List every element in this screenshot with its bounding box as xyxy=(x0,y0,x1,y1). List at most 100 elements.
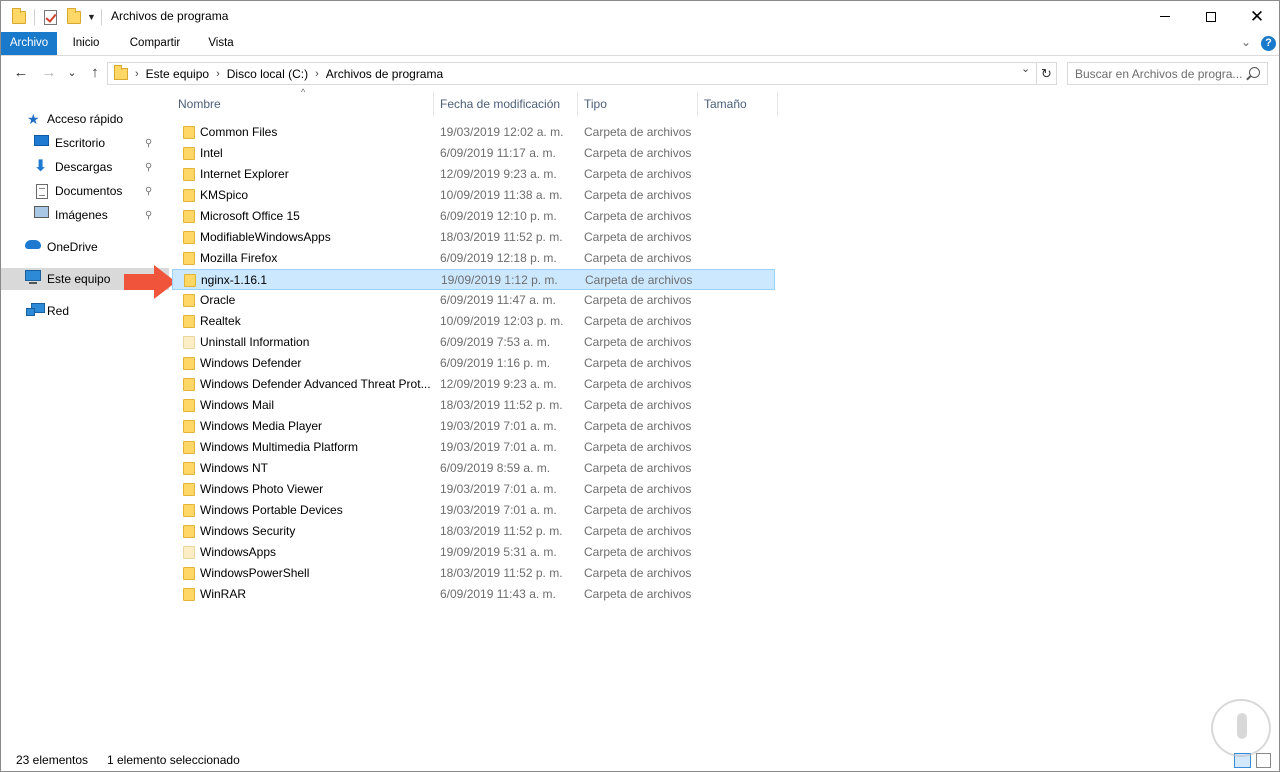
sidebar-item-acceso-rapido[interactable]: ★ Acceso rápido xyxy=(1,108,169,130)
expand-ribbon-icon[interactable]: ⌄ xyxy=(1241,35,1251,49)
chevron-right-icon[interactable]: › xyxy=(315,68,319,80)
network-icon xyxy=(26,303,45,316)
file-row[interactable]: Windows Media Player 19/03/2019 7:01 a. m… xyxy=(172,416,775,437)
sidebar-item-onedrive[interactable]: OneDrive xyxy=(1,236,169,258)
properties-icon[interactable] xyxy=(44,7,57,27)
folder-icon xyxy=(184,274,196,287)
refresh-button[interactable]: ↻ xyxy=(1037,62,1057,85)
file-type: Carpeta de archivos xyxy=(584,314,692,328)
file-name: Common Files xyxy=(200,125,278,139)
file-row[interactable]: Windows Mail 18/03/2019 11:52 p. m. Carpet… xyxy=(172,395,775,416)
app-folder-icon[interactable] xyxy=(12,7,26,27)
file-row[interactable]: Mozilla Firefox 6/09/2019 12:18 p. m. Carp… xyxy=(172,248,775,269)
folder-icon xyxy=(183,483,195,496)
tab-compartir[interactable]: Compartir xyxy=(118,32,192,55)
recent-locations-button[interactable]: ⌄ xyxy=(65,63,79,83)
file-row[interactable]: Uninstall Information 6/09/2019 7:53 a. m… xyxy=(172,332,775,353)
tab-archivo[interactable]: Archivo xyxy=(1,32,57,55)
file-row[interactable]: Windows Defender Advanced Threat Prot...… xyxy=(172,374,775,395)
address-dropdown-icon[interactable]: ⌄ xyxy=(1021,62,1030,75)
file-date: 19/03/2019 7:01 a. m. xyxy=(440,419,557,433)
file-type: Carpeta de archivos xyxy=(584,335,692,349)
tab-vista[interactable]: Vista xyxy=(200,32,242,55)
column-header-fecha[interactable]: Fecha de modificación xyxy=(434,92,578,116)
file-row[interactable]: Realtek 10/09/2019 12:03 p. m. Carpeta de … xyxy=(172,311,775,332)
file-row[interactable]: Microsoft Office 15 6/09/2019 12:10 p. m.… xyxy=(172,206,775,227)
folder-icon xyxy=(183,336,195,349)
new-folder-icon[interactable] xyxy=(67,7,81,27)
column-header-tamano[interactable]: Tamaño xyxy=(698,92,778,116)
sidebar-item-red[interactable]: Red xyxy=(1,300,169,322)
file-row[interactable]: Internet Explorer 12/09/2019 9:23 a. m. Ca… xyxy=(172,164,775,185)
file-date: 19/03/2019 7:01 a. m. xyxy=(440,482,557,496)
file-date: 18/03/2019 11:52 p. m. xyxy=(440,230,563,244)
file-row[interactable]: ModifiableWindowsApps 18/03/2019 11:52 p.… xyxy=(172,227,775,248)
file-row[interactable]: Windows Portable Devices 19/03/2019 7:01 … xyxy=(172,500,775,521)
folder-icon xyxy=(183,378,195,391)
column-header-nombre[interactable]: Nombre xyxy=(172,92,434,116)
file-row[interactable]: Windows Security 18/03/2019 11:52 p. m. Ca… xyxy=(172,521,775,542)
help-icon[interactable]: ? xyxy=(1261,36,1276,51)
file-date: 18/03/2019 11:52 p. m. xyxy=(440,524,563,538)
forward-button[interactable]: → xyxy=(39,63,59,83)
file-date: 6/09/2019 12:18 p. m. xyxy=(440,251,557,265)
file-row[interactable]: WindowsApps 19/09/2019 5:31 a. m. Carpeta … xyxy=(172,542,775,563)
search-input[interactable] xyxy=(1068,63,1244,84)
file-date: 6/09/2019 1:16 p. m. xyxy=(440,356,551,370)
large-icons-view-icon[interactable] xyxy=(1256,753,1271,768)
folder-icon xyxy=(183,525,195,538)
column-headers: Nombre Fecha de modificación Tipo Tamaño xyxy=(172,92,779,116)
minimize-button[interactable] xyxy=(1142,1,1188,32)
folder-icon xyxy=(183,126,195,139)
file-date: 18/03/2019 11:52 p. m. xyxy=(440,398,563,412)
sidebar-item-imagenes[interactable]: Imágenes ⚲ xyxy=(1,204,169,226)
back-button[interactable]: ← xyxy=(11,63,31,83)
watermark-logo xyxy=(1211,699,1271,757)
file-type: Carpeta de archivos xyxy=(584,503,692,517)
file-type: Carpeta de archivos xyxy=(584,377,692,391)
chevron-right-icon[interactable]: › xyxy=(216,68,220,80)
file-row[interactable]: Oracle 6/09/2019 11:47 a. m. Carpeta de ar… xyxy=(172,290,775,311)
search-icon[interactable] xyxy=(1249,67,1260,78)
file-name: Windows Multimedia Platform xyxy=(200,440,359,454)
close-icon: ✕ xyxy=(1249,7,1265,26)
star-icon: ★ xyxy=(27,111,40,127)
file-row[interactable]: Windows Multimedia Platform 19/03/2019 7:… xyxy=(172,437,775,458)
address-bar[interactable]: › Este equipo › Disco local (C:) › Archi… xyxy=(107,62,1037,85)
item-count: 23 elementos xyxy=(16,753,89,767)
folder-icon xyxy=(183,357,195,370)
file-type: Carpeta de archivos xyxy=(584,566,692,580)
file-row[interactable]: Windows NT 6/09/2019 8:59 a. m. Carpeta de… xyxy=(172,458,775,479)
chevron-right-icon[interactable]: › xyxy=(135,68,139,80)
tab-inicio[interactable]: Inicio xyxy=(63,32,109,55)
file-row[interactable]: WindowsPowerShell 18/03/2019 11:52 p. m. C… xyxy=(172,563,775,584)
column-header-tipo[interactable]: Tipo xyxy=(578,92,698,116)
file-row[interactable]: Common Files 19/03/2019 12:02 a. m. Carpet… xyxy=(172,122,775,143)
sidebar-item-descargas[interactable]: ⬇ Descargas ⚲ xyxy=(1,156,169,178)
file-row[interactable]: Intel 6/09/2019 11:17 a. m. Carpeta de arc… xyxy=(172,143,775,164)
file-row[interactable]: Windows Defender 6/09/2019 1:16 p. m. Carp… xyxy=(172,353,775,374)
sidebar-item-label: Acceso rápido xyxy=(47,112,124,126)
file-row[interactable]: nginx-1.16.1 19/09/2019 1:12 p. m. Carpeta… xyxy=(172,269,775,290)
file-row[interactable]: KMSpico 10/09/2019 11:38 a. m. Carpeta de … xyxy=(172,185,775,206)
file-row[interactable]: WinRAR 6/09/2019 11:43 a. m. Carpeta de ar… xyxy=(172,584,775,605)
breadcrumb-este-equipo[interactable]: Este equipo xyxy=(146,67,209,81)
file-name: Windows Photo Viewer xyxy=(200,482,324,496)
file-name: nginx-1.16.1 xyxy=(201,273,268,287)
customize-toolbar-icon[interactable]: ▼ xyxy=(87,7,96,27)
close-button[interactable]: ✕ xyxy=(1234,1,1280,32)
sidebar-item-escritorio[interactable]: Escritorio ⚲ xyxy=(1,132,169,154)
sidebar-item-documentos[interactable]: Documentos ⚲ xyxy=(1,180,169,202)
breadcrumb-disco-local[interactable]: Disco local (C:) xyxy=(227,67,308,81)
file-name: Internet Explorer xyxy=(200,167,289,181)
download-icon: ⬇ xyxy=(34,158,48,175)
file-row[interactable]: Windows Photo Viewer 19/03/2019 7:01 a. m… xyxy=(172,479,775,500)
pin-icon: ⚲ xyxy=(145,185,153,197)
maximize-button[interactable] xyxy=(1188,1,1234,32)
up-button[interactable]: ↑ xyxy=(85,63,105,83)
breadcrumb-archivos-de-programa[interactable]: Archivos de programa xyxy=(326,67,443,81)
file-date: 10/09/2019 11:38 a. m. xyxy=(440,188,563,202)
file-type: Carpeta de archivos xyxy=(584,440,692,454)
file-type: Carpeta de archivos xyxy=(584,167,692,181)
search-box[interactable] xyxy=(1067,62,1268,85)
